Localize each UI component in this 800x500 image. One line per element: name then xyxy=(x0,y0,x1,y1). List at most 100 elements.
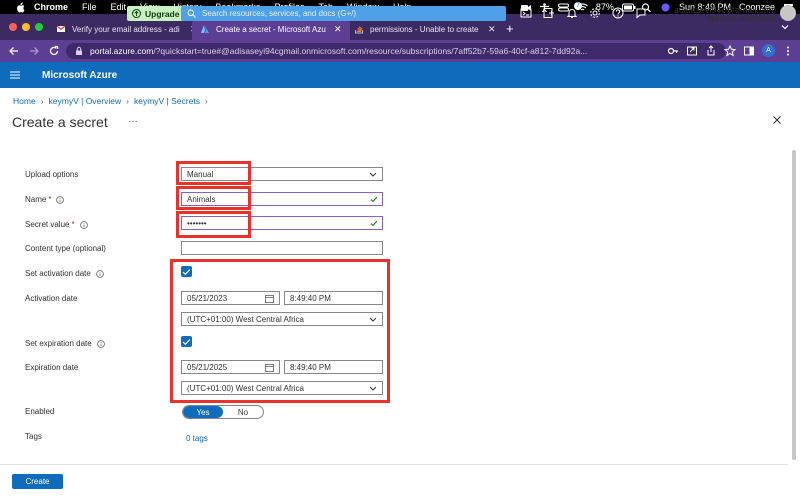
info-icon[interactable] xyxy=(96,269,104,278)
checkmark-icon xyxy=(182,268,191,275)
set-expiration-date-label: Set expiration date xyxy=(25,339,105,348)
name-input-value: Animals xyxy=(187,194,216,204)
breadcrumb-home[interactable]: Home xyxy=(13,96,36,106)
enabled-label: Enabled xyxy=(25,407,55,416)
checkmark-icon xyxy=(370,196,378,203)
expiration-time-input[interactable]: 8:49:40 PM xyxy=(284,360,383,374)
browser-tab-azure[interactable]: Create a secret - Microsoft Azu ✕ xyxy=(192,18,350,40)
more-menu-icon[interactable] xyxy=(782,45,794,57)
settings-gear-icon[interactable] xyxy=(589,7,601,19)
expiration-date-label: Expiration date xyxy=(25,363,79,372)
upgrade-button[interactable]: Upgrade xyxy=(127,6,185,21)
window-zoom-button[interactable] xyxy=(35,23,43,31)
scrollbar-thumb[interactable] xyxy=(792,150,796,460)
siri-icon[interactable] xyxy=(660,3,671,12)
share-icon[interactable] xyxy=(705,44,717,57)
lock-icon[interactable] xyxy=(74,46,84,56)
apple-icon[interactable] xyxy=(14,1,26,13)
content-type-label: Content type (optional) xyxy=(25,244,106,253)
feedback-icon[interactable] xyxy=(635,7,647,19)
bookmark-star-icon[interactable] xyxy=(723,44,737,57)
menu-file[interactable]: File xyxy=(82,2,97,12)
breadcrumb-chevron-icon: › xyxy=(40,96,44,106)
close-icon[interactable] xyxy=(772,115,782,125)
required-asterisk: * xyxy=(48,195,52,204)
search-placeholder: Search resources, services, and docs (G+… xyxy=(202,9,357,18)
directory-filter-icon[interactable] xyxy=(543,7,555,19)
window-minimize-button[interactable] xyxy=(22,23,30,31)
tab-title: Verify your email address - adi xyxy=(72,24,180,34)
gmail-icon xyxy=(56,24,66,34)
expiration-time-value: 8:49:40 PM xyxy=(290,362,331,372)
set-activation-date-label: Set activation date xyxy=(25,269,104,278)
info-icon[interactable] xyxy=(79,220,88,229)
help-question-icon[interactable] xyxy=(612,7,624,19)
tab-search-chevron-icon[interactable] xyxy=(780,22,790,32)
side-panel-icon[interactable] xyxy=(743,45,755,57)
set-expiration-date-checkbox[interactable] xyxy=(181,336,192,347)
azure-top-bar: Microsoft Azure xyxy=(0,62,800,88)
activation-time-input[interactable]: 8:49:40 PM xyxy=(284,291,383,305)
reload-icon[interactable] xyxy=(48,45,60,57)
browser-tab-gmail[interactable]: Verify your email address - adi ✕ xyxy=(48,18,206,40)
breadcrumb: Home › keymyV | Overview › keymyV | Secr… xyxy=(13,96,208,106)
tags-link[interactable]: 0 tags xyxy=(186,434,208,443)
url-host: portal.azure.com xyxy=(90,46,154,56)
breadcrumb-overview[interactable]: keymyV | Overview xyxy=(49,96,122,106)
azure-icon xyxy=(200,24,210,34)
expiration-date-value: 05/21/2025 xyxy=(187,362,228,372)
breadcrumb-chevron-icon: › xyxy=(204,96,208,106)
secret-value-input[interactable]: ••••••• xyxy=(181,216,383,230)
back-arrow-icon[interactable] xyxy=(8,45,20,57)
name-input[interactable]: Animals xyxy=(181,192,383,206)
menu-edit[interactable]: Edit xyxy=(111,2,127,12)
checkmark-icon xyxy=(182,338,191,345)
open-in-app-icon[interactable] xyxy=(686,45,698,57)
azure-search-input[interactable]: Search resources, services, and docs (G+… xyxy=(181,6,506,21)
hamburger-menu-icon[interactable] xyxy=(10,71,20,79)
secret-value-masked: ••••••• xyxy=(187,218,207,228)
more-options-button[interactable]: ··· xyxy=(128,116,138,127)
forward-arrow-icon[interactable] xyxy=(28,45,40,57)
calendar-icon xyxy=(265,363,274,372)
info-icon[interactable] xyxy=(56,195,65,204)
search-icon xyxy=(187,9,196,18)
account-menu[interactable]: adisaseyi94c@gmail.com DEFAULT DIRECTORY xyxy=(674,5,776,25)
info-icon[interactable] xyxy=(96,339,105,348)
menu-app-name[interactable]: Chrome xyxy=(34,2,68,12)
notification-count-badge: 7 xyxy=(574,2,582,10)
page-title: Create a secret xyxy=(12,114,108,130)
enabled-yes-option[interactable]: Yes xyxy=(183,406,223,418)
account-avatar[interactable] xyxy=(780,5,796,21)
set-activation-date-checkbox[interactable] xyxy=(181,266,192,277)
tab-close-icon[interactable]: ✕ xyxy=(334,24,342,35)
activation-date-picker[interactable]: 05/21/2023 xyxy=(181,291,280,305)
browser-toolbar: portal.azure.com/?quickstart=true#@adisa… xyxy=(0,40,800,62)
enabled-no-option[interactable]: No xyxy=(223,406,263,418)
window-close-button[interactable] xyxy=(9,23,17,31)
key-icon[interactable] xyxy=(667,45,679,57)
enabled-toggle[interactable]: Yes No xyxy=(182,405,264,419)
required-asterisk: * xyxy=(71,220,75,229)
url-path: /?quickstart=true#@adisaseyi94cgmail.onm… xyxy=(153,46,588,56)
notifications-bell-icon[interactable]: 7 xyxy=(566,2,582,19)
create-button[interactable]: Create xyxy=(12,474,63,489)
breadcrumb-chevron-icon: › xyxy=(126,96,129,106)
azure-brand[interactable]: Microsoft Azure xyxy=(42,70,117,81)
tags-label: Tags xyxy=(25,432,42,441)
upload-options-dropdown[interactable]: Manual xyxy=(181,167,383,181)
breadcrumb-secrets[interactable]: keymyV | Secrets xyxy=(134,96,200,106)
tab-close-icon[interactable]: ✕ xyxy=(488,24,496,35)
browser-tab-stackoverflow[interactable]: permissions - Unable to create ✕ xyxy=(346,18,504,40)
address-bar[interactable]: portal.azure.com/?quickstart=true#@adisa… xyxy=(66,43,726,59)
calendar-icon xyxy=(265,294,274,303)
expiration-date-picker[interactable]: 05/21/2025 xyxy=(181,360,280,374)
expiration-timezone-dropdown[interactable]: (UTC+01:00) West Central Africa xyxy=(181,381,383,395)
chrome-profile-avatar[interactable]: A xyxy=(762,44,775,57)
tab-title: permissions - Unable to create xyxy=(370,24,479,34)
cloud-shell-icon[interactable] xyxy=(520,7,532,19)
new-tab-button[interactable]: + xyxy=(506,22,514,35)
content-type-input[interactable] xyxy=(181,241,383,255)
upgrade-label: Upgrade xyxy=(145,8,180,19)
activation-timezone-dropdown[interactable]: (UTC+01:00) West Central Africa xyxy=(181,312,383,326)
